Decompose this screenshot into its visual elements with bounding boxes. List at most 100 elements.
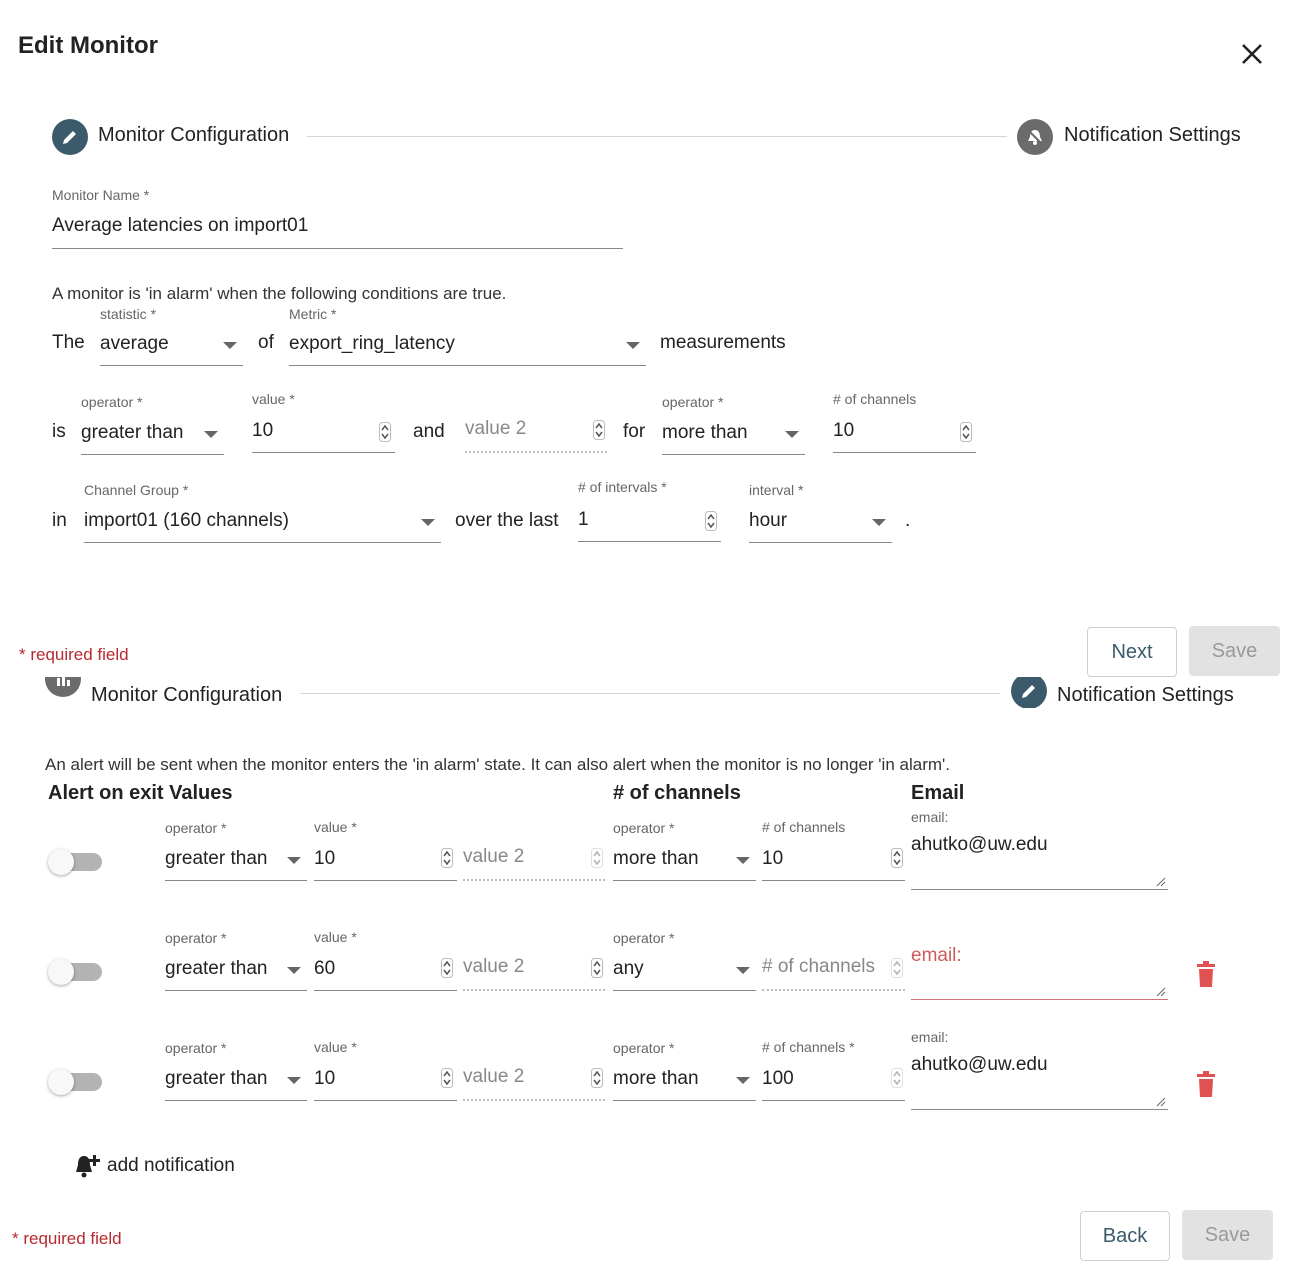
period-text: . [905, 510, 911, 531]
toggle-knob [48, 1069, 74, 1095]
channel-operator-select[interactable]: more than [662, 417, 805, 455]
stepper-icon[interactable] [591, 1068, 603, 1088]
notification-row: operator * greater than value * 10 value… [0, 1025, 1316, 1125]
channels-input[interactable]: 10 [762, 843, 905, 881]
value-input[interactable]: 10 [314, 843, 457, 881]
chevron-down-icon [626, 342, 640, 349]
value-input[interactable]: 10 [252, 415, 395, 453]
value-label: value * [314, 819, 357, 835]
value2-placeholder: value 2 [465, 418, 527, 439]
step-notification-settings[interactable]: Notification Settings [1064, 124, 1241, 147]
email-header: Email [911, 782, 965, 804]
alert-exit-toggle[interactable] [48, 849, 104, 879]
channel-operator-value: more than [662, 422, 748, 443]
email-textarea[interactable]: email: [911, 941, 1168, 1000]
channel-operator-value: any [613, 958, 644, 979]
stepper-icon[interactable] [591, 958, 603, 978]
is-text: is [52, 421, 66, 442]
back-button[interactable]: Back [1080, 1211, 1170, 1261]
intervals-label: # of intervals * [578, 479, 667, 495]
email-value: ahutko@uw.edu [911, 1054, 1048, 1075]
operator-select[interactable]: greater than [165, 953, 307, 991]
chevron-down-icon [421, 519, 435, 526]
alarm-off-icon[interactable] [1017, 119, 1053, 155]
stepper-icon[interactable] [960, 422, 972, 442]
chevron-down-icon [872, 519, 886, 526]
add-notification-button[interactable]: add notification [72, 1150, 235, 1182]
value-label: value * [252, 391, 295, 407]
value2-input[interactable]: value 2 [463, 843, 605, 881]
interval-select[interactable]: hour [749, 505, 892, 543]
operator-select[interactable]: greater than [81, 417, 224, 455]
metric-label: Metric * [289, 306, 337, 322]
trash-icon[interactable] [1195, 960, 1217, 988]
and-text: and [413, 421, 445, 442]
stepper-icon[interactable] [441, 958, 453, 978]
channels-input[interactable]: 100 [762, 1063, 905, 1101]
stepper-connector [307, 136, 1007, 137]
intervals-input[interactable]: 1 [578, 504, 721, 542]
pencil-icon[interactable] [52, 119, 88, 155]
pencil-icon[interactable] [1011, 677, 1047, 708]
stepper-icon[interactable] [891, 958, 903, 978]
chevron-down-icon [287, 857, 301, 864]
channels-input[interactable]: # of channels [762, 953, 905, 991]
value2-input[interactable]: value 2 [465, 415, 607, 453]
stepper-icon[interactable] [705, 511, 717, 531]
email-textarea[interactable]: ahutko@uw.edu [911, 1051, 1168, 1110]
resize-handle-icon[interactable] [1156, 1097, 1166, 1107]
operator-label: operator * [81, 394, 143, 410]
stepper-icon[interactable] [441, 1068, 453, 1088]
metric-select[interactable]: export_ring_latency [289, 328, 646, 366]
chevron-down-icon [287, 1077, 301, 1084]
required-field-note: * required field [19, 645, 129, 664]
channels-input[interactable]: 10 [833, 415, 976, 453]
the-text: The [52, 332, 85, 353]
value2-placeholder: value 2 [463, 1066, 525, 1087]
save-button[interactable]: Save [1182, 1210, 1273, 1260]
stepper-icon[interactable] [891, 1068, 903, 1088]
value2-placeholder: value 2 [463, 956, 525, 977]
alert-exit-toggle[interactable] [48, 959, 104, 989]
stepper-icon[interactable] [593, 420, 605, 440]
statistic-select[interactable]: average [100, 328, 243, 366]
value-value: 10 [314, 1068, 336, 1089]
conditions-intro: A monitor is 'in alarm' when the followi… [52, 284, 507, 303]
alert-exit-toggle[interactable] [48, 1069, 104, 1099]
monitor-name-field[interactable]: Average latencies on import01 [52, 212, 623, 249]
stepper-icon[interactable] [591, 848, 603, 868]
value2-input[interactable]: value 2 [463, 1063, 605, 1101]
step-monitor-configuration[interactable]: Monitor Configuration [98, 124, 289, 147]
next-button[interactable]: Next [1087, 627, 1177, 677]
resize-handle-icon[interactable] [1156, 877, 1166, 887]
channels-label: # of channels [833, 391, 917, 407]
step-monitor-configuration[interactable]: Monitor Configuration [91, 684, 282, 707]
close-icon[interactable] [1236, 38, 1268, 70]
channel-group-select[interactable]: import01 (160 channels) [84, 505, 441, 543]
value-value: 60 [314, 958, 336, 979]
value-input[interactable]: 10 [314, 1063, 457, 1101]
operator-select[interactable]: greater than [165, 843, 307, 881]
stepper-icon[interactable] [441, 848, 453, 868]
value-input[interactable]: 60 [314, 953, 457, 991]
step-notification-settings[interactable]: Notification Settings [1057, 684, 1234, 707]
channel-operator-select[interactable]: more than [613, 843, 756, 881]
operator-select[interactable]: greater than [165, 1063, 307, 1101]
add-notification-label: add notification [107, 1155, 235, 1176]
resize-handle-icon[interactable] [1156, 987, 1166, 997]
trash-icon[interactable] [1195, 1070, 1217, 1098]
stepper-icon[interactable] [379, 422, 391, 442]
channel-operator-select[interactable]: any [613, 953, 756, 991]
notification-row: operator * greater than value * 60 value… [0, 915, 1316, 1015]
value-label: value * [314, 929, 357, 945]
channels-label: # of channels [762, 819, 846, 835]
stepper-icon[interactable] [891, 848, 903, 868]
bar-chart-icon[interactable] [45, 677, 81, 697]
value2-input[interactable]: value 2 [463, 953, 605, 991]
channels-placeholder: # of channels [762, 956, 876, 977]
save-button[interactable]: Save [1189, 626, 1280, 676]
channel-operator-select[interactable]: more than [613, 1063, 756, 1101]
email-textarea[interactable]: ahutko@uw.edu [911, 831, 1168, 890]
email-value: ahutko@uw.edu [911, 834, 1048, 855]
add-alert-icon [76, 1155, 100, 1178]
